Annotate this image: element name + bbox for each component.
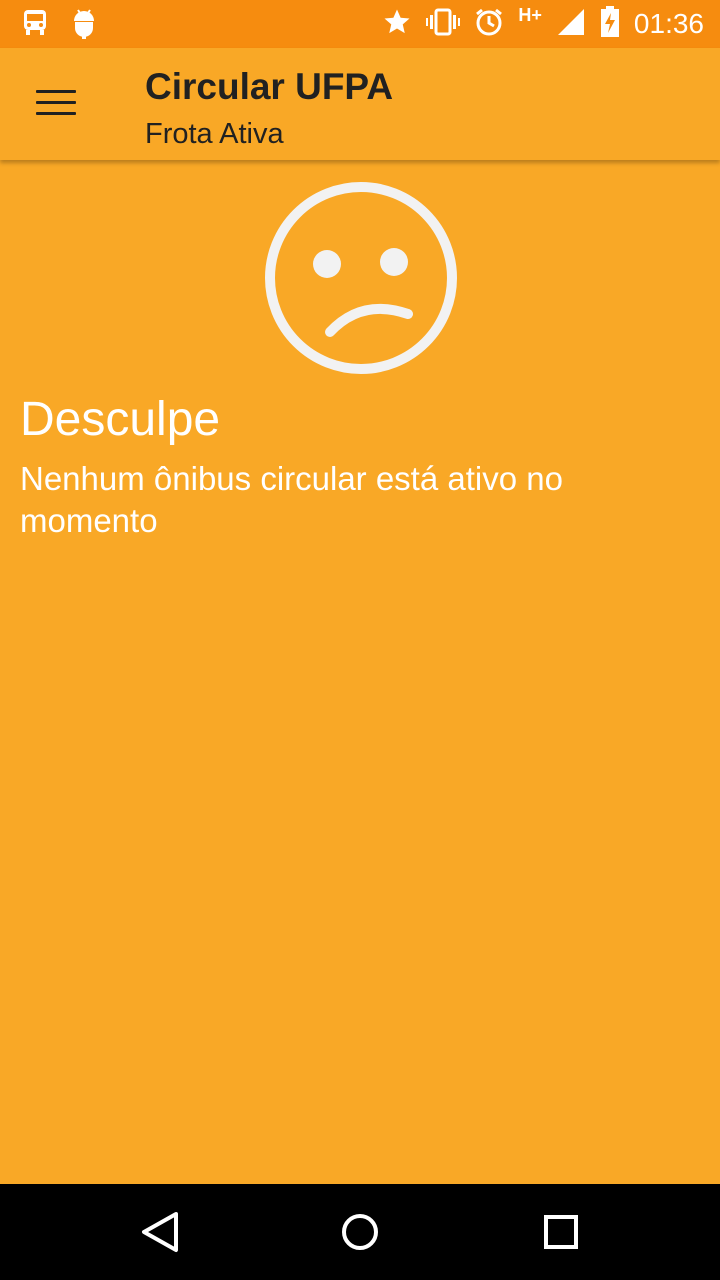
navigation-bar — [0, 1184, 720, 1280]
status-bar: H+ 01:36 — [0, 0, 720, 48]
status-time: 01:36 — [633, 8, 704, 39]
sad-face-icon — [262, 180, 460, 383]
battery-charging-icon — [600, 5, 620, 43]
vibrate-icon — [426, 7, 461, 42]
empty-state-title: Desculpe — [20, 393, 221, 446]
star-icon — [382, 7, 412, 42]
network-type: H+ — [518, 4, 542, 25]
menu-icon[interactable] — [36, 90, 76, 120]
android-icon — [72, 8, 96, 45]
app-bar: Circular UFPA Frota Ativa — [0, 48, 720, 160]
back-icon[interactable] — [132, 1204, 188, 1260]
recents-icon[interactable] — [532, 1204, 588, 1260]
alarm-icon — [474, 7, 504, 42]
signal-icon — [556, 7, 586, 42]
status-left-icons — [22, 8, 96, 45]
empty-state-message: Nenhum ônibus circular está ativo no mom… — [20, 460, 563, 539]
app-subtitle: Frota Ativa — [145, 118, 284, 150]
status-right-icons: H+ 01:36 — [382, 0, 704, 48]
home-icon[interactable] — [332, 1204, 388, 1260]
app-title: Circular UFPA — [145, 66, 394, 107]
bus-icon — [22, 8, 48, 45]
